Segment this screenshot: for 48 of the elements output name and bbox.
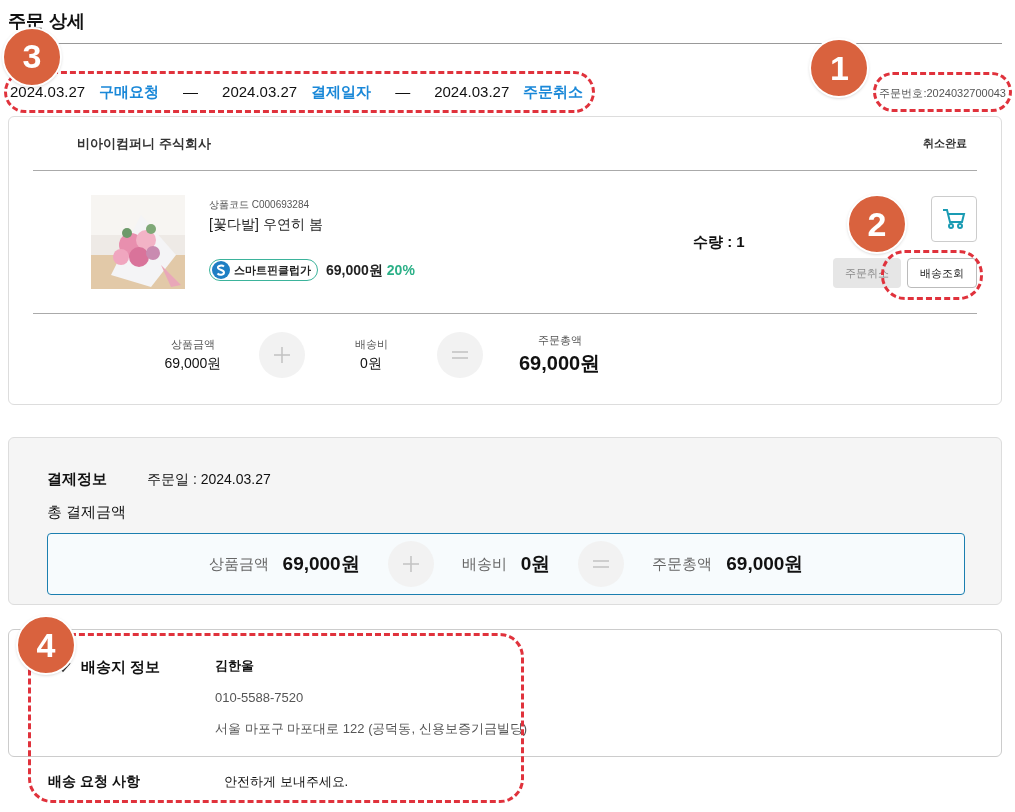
recipient-phone: 010-5588-7520 bbox=[215, 688, 305, 707]
quantity: 수량 : 1 bbox=[693, 232, 745, 252]
summary-value: 69,000원 bbox=[519, 351, 601, 377]
order-number: 주문번호:2024032700043 bbox=[879, 87, 1006, 99]
payment-title: 결제정보 bbox=[47, 469, 107, 489]
summary-label: 배송비 bbox=[354, 337, 388, 353]
discount-rate: 20% bbox=[386, 260, 415, 280]
recipient-name: 김한울 bbox=[215, 657, 255, 675]
plus-icon bbox=[387, 541, 434, 587]
timeline-status: 결제일자 bbox=[311, 81, 372, 102]
product-price: 69,000원 bbox=[326, 260, 383, 280]
equals-icon bbox=[578, 541, 625, 587]
seller-name: 비아이컴퍼니 주식회사 bbox=[77, 134, 211, 153]
order-date: 주문일 : 2024.03.27 bbox=[147, 469, 271, 489]
cart-button[interactable] bbox=[931, 196, 977, 242]
payment-value: 69,000원 bbox=[726, 551, 804, 576]
product-name: [꽃다발] 우연히 봄 bbox=[209, 215, 324, 234]
payment-value: 69,000원 bbox=[282, 551, 360, 576]
payment-label: 배송비 bbox=[461, 553, 507, 574]
separator-dash: — bbox=[182, 81, 200, 102]
summary-value: 0원 bbox=[360, 353, 382, 373]
payment-label: 주문총액 bbox=[652, 553, 713, 574]
order-status: 취소완료 bbox=[923, 136, 967, 152]
summary-label: 상품금액 bbox=[171, 337, 215, 353]
callout-number: 1 bbox=[809, 38, 870, 98]
equals-icon bbox=[437, 332, 483, 378]
s-logo-icon bbox=[212, 261, 230, 279]
callout-number: 4 bbox=[16, 615, 76, 675]
summary-value: 69,000원 bbox=[164, 353, 222, 373]
recipient-address: 서울 마포구 마포대로 122 (공덕동, 신용보증기금빌딩) bbox=[215, 720, 528, 738]
payment-value: 0원 bbox=[520, 551, 551, 576]
request-label: 배송 요청 사항 bbox=[48, 772, 141, 791]
timeline-status: 주문취소 bbox=[523, 81, 584, 102]
track-delivery-button[interactable]: 배송조회 bbox=[907, 258, 977, 288]
request-text: 안전하게 보내주세요. bbox=[224, 772, 349, 791]
check-icon bbox=[59, 661, 71, 673]
total-title: 총 결제금액 bbox=[47, 501, 128, 522]
plus-icon bbox=[259, 332, 305, 378]
cart-icon bbox=[942, 208, 966, 230]
shipping-title: 배송지 정보 bbox=[81, 657, 161, 677]
separator-dash: — bbox=[394, 81, 412, 102]
timeline-status: 구매요청 bbox=[99, 81, 160, 102]
timeline-date: 2024.03.27 bbox=[434, 81, 510, 102]
product-code: 상품코드 C000693284 bbox=[209, 198, 311, 212]
timeline-date: 2024.03.27 bbox=[222, 81, 298, 102]
callout-number: 2 bbox=[847, 194, 907, 254]
payment-label: 상품금액 bbox=[208, 553, 269, 574]
summary-label: 주문총액 bbox=[537, 332, 582, 348]
